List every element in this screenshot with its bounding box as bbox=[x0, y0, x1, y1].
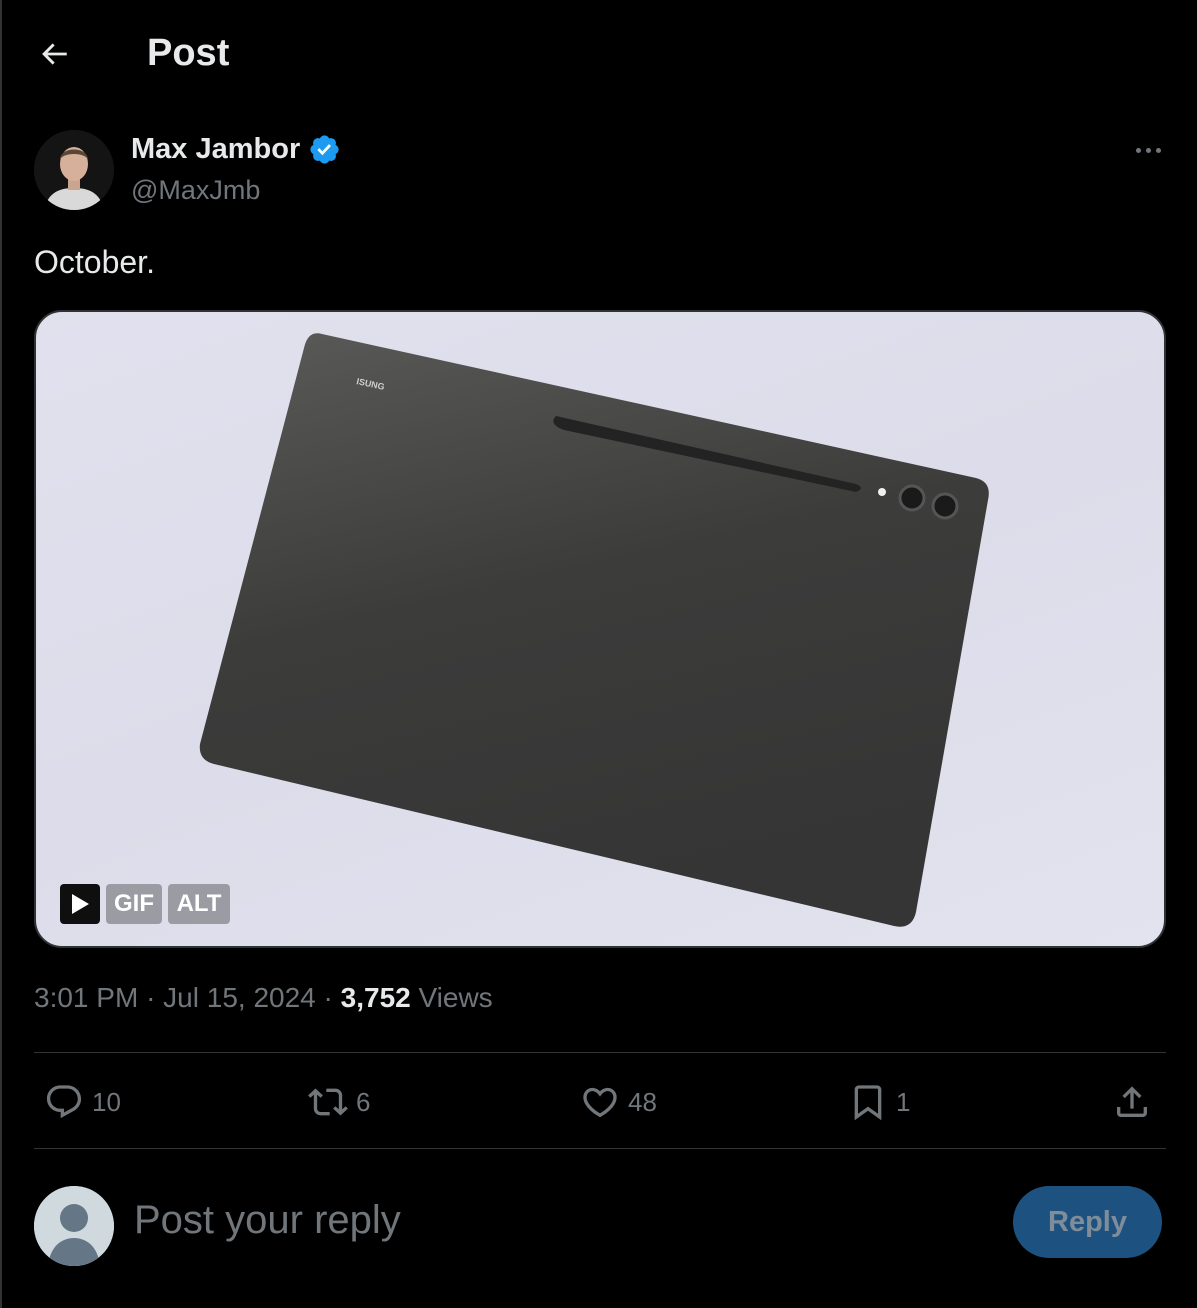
more-dots-icon bbox=[1135, 147, 1141, 153]
post-meta: 3:01 PM · Jul 15, 2024 · 3,752 Views bbox=[34, 982, 493, 1014]
media-badges: GIF ALT bbox=[60, 884, 230, 924]
author-name-row[interactable]: Max Jambor bbox=[131, 133, 341, 166]
verified-badge-icon[interactable] bbox=[308, 133, 341, 166]
tablet-image: ISUNG bbox=[199, 333, 989, 927]
heart-icon bbox=[583, 1087, 617, 1118]
reply-button[interactable]: Reply bbox=[1013, 1186, 1162, 1258]
page-title: Post bbox=[147, 32, 230, 74]
repost-count: 6 bbox=[356, 1086, 371, 1117]
author-avatar[interactable] bbox=[34, 130, 114, 210]
meta-separator: · bbox=[146, 982, 156, 1013]
repost-icon bbox=[308, 1088, 348, 1116]
divider-top bbox=[34, 1052, 1166, 1053]
default-avatar-icon bbox=[34, 1186, 114, 1266]
more-options-button[interactable] bbox=[1124, 132, 1172, 168]
gif-badge: GIF bbox=[106, 884, 162, 924]
current-user-avatar[interactable] bbox=[34, 1186, 114, 1266]
meta-separator: · bbox=[323, 982, 333, 1013]
avatar-photo bbox=[34, 130, 114, 210]
bookmark-icon bbox=[854, 1085, 882, 1121]
play-button[interactable] bbox=[60, 884, 100, 924]
more-dot bbox=[1145, 147, 1151, 153]
alt-badge[interactable]: ALT bbox=[168, 884, 230, 924]
reply-icon bbox=[46, 1085, 82, 1119]
more-dot bbox=[1155, 147, 1161, 153]
action-bar: 10 6 48 1 bbox=[34, 1070, 1166, 1134]
views-label: Views bbox=[418, 982, 493, 1013]
post-text: October. bbox=[34, 244, 155, 280]
divider-bottom bbox=[34, 1148, 1166, 1149]
left-border bbox=[0, 0, 2, 1308]
post-time[interactable]: 3:01 PM bbox=[34, 982, 138, 1013]
page-header: Post bbox=[0, 0, 1197, 106]
reply-input[interactable]: Post your reply bbox=[134, 1198, 401, 1243]
bookmark-count: 1 bbox=[896, 1086, 911, 1117]
like-action[interactable]: 48 bbox=[580, 1082, 657, 1122]
views-count: 3,752 bbox=[340, 982, 411, 1013]
arrow-left-icon bbox=[42, 43, 67, 65]
post-date[interactable]: Jul 15, 2024 bbox=[163, 982, 316, 1013]
reply-action[interactable]: 10 bbox=[44, 1082, 121, 1122]
post-media-gif[interactable]: ISUNG GIF ALT bbox=[34, 310, 1166, 948]
back-button[interactable] bbox=[30, 30, 78, 78]
share-icon bbox=[1117, 1086, 1147, 1117]
bookmark-action[interactable]: 1 bbox=[848, 1082, 910, 1122]
repost-action[interactable]: 6 bbox=[308, 1082, 370, 1122]
share-action[interactable] bbox=[1112, 1082, 1152, 1122]
reply-count: 10 bbox=[92, 1086, 121, 1117]
play-icon bbox=[72, 894, 89, 914]
like-count: 48 bbox=[628, 1086, 657, 1117]
author-name[interactable]: Max Jambor bbox=[131, 133, 300, 166]
author-handle[interactable]: @MaxJmb bbox=[131, 175, 260, 206]
